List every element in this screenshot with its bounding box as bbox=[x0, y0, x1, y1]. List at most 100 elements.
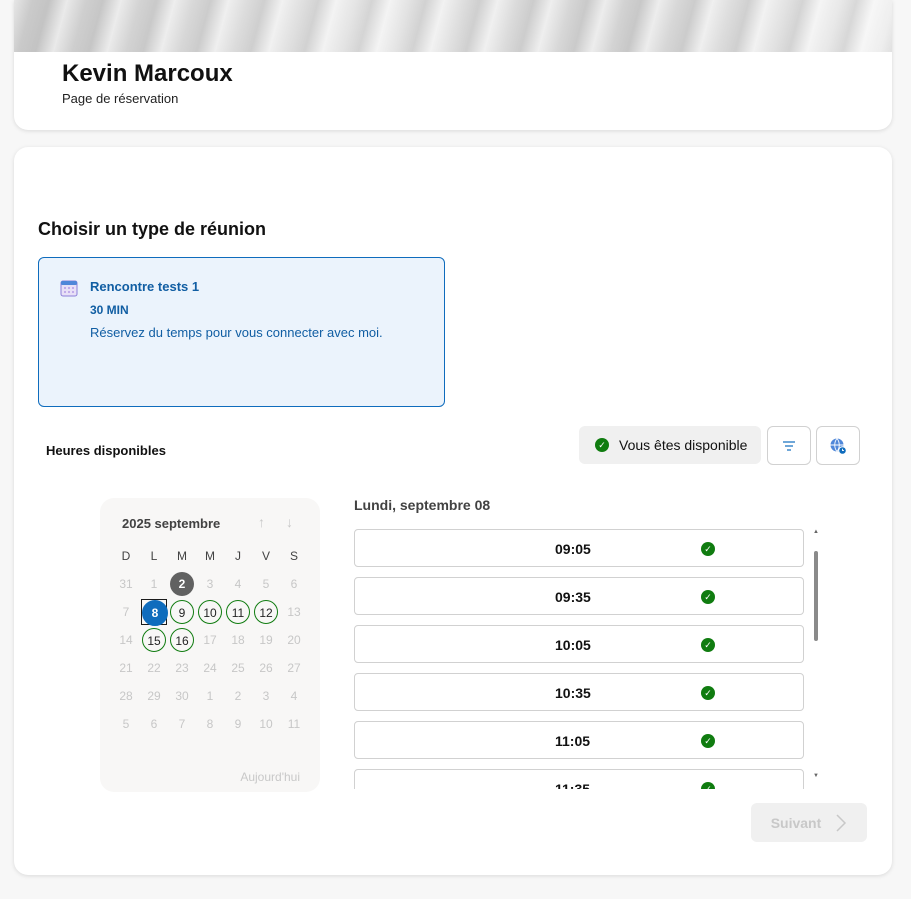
calendar-day: 17 bbox=[203, 633, 217, 647]
calendar-day: 4 bbox=[234, 577, 242, 591]
date-picker: 2025 septembre ↑ ↓ D L M M J V S 31 1 2 … bbox=[100, 498, 320, 792]
time-slot-scrollbar[interactable]: ▲ ▼ bbox=[812, 529, 820, 785]
check-circle-icon: ✓ bbox=[701, 590, 715, 604]
filter-button[interactable] bbox=[767, 426, 811, 465]
time-slot-label: 09:05 bbox=[555, 541, 591, 557]
booking-card: Choisir un type de réunion Rencontre tes… bbox=[14, 147, 892, 875]
calendar-day: 7 bbox=[178, 717, 186, 731]
check-circle-icon: ✓ bbox=[701, 638, 715, 652]
header-card: Kevin Marcoux Page de réservation bbox=[14, 0, 892, 130]
banner-image bbox=[14, 0, 892, 52]
calendar-day: 14 bbox=[119, 633, 133, 647]
calendar-day: 1 bbox=[206, 689, 214, 703]
calendar-day: 10 bbox=[259, 717, 273, 731]
time-slot-label: 09:35 bbox=[555, 589, 591, 605]
calendar-month-label: 2025 septembre bbox=[122, 516, 221, 531]
previous-month-arrow-icon[interactable]: ↑ bbox=[258, 514, 265, 530]
time-slot[interactable]: 11:05 ✓ bbox=[354, 721, 804, 759]
calendar-day: 30 bbox=[175, 689, 189, 703]
calendar-day: 4 bbox=[290, 689, 298, 703]
time-slot-label: 11:35 bbox=[555, 781, 591, 789]
check-circle-icon: ✓ bbox=[595, 438, 609, 452]
meeting-type-card[interactable]: Rencontre tests 1 30 MIN Réservez du tem… bbox=[38, 257, 445, 407]
weekday-header: S bbox=[289, 549, 298, 563]
weekday-header: V bbox=[261, 549, 270, 563]
selected-date-heading: Lundi, septembre 08 bbox=[354, 497, 491, 513]
calendar-day-available[interactable]: 10 bbox=[198, 600, 222, 624]
check-circle-icon: ✓ bbox=[701, 734, 715, 748]
time-slot-label: 11:05 bbox=[555, 733, 591, 749]
calendar-day: 1 bbox=[150, 577, 158, 591]
weekday-header: L bbox=[150, 549, 158, 563]
next-button[interactable]: Suivant bbox=[751, 803, 867, 842]
next-month-arrow-icon[interactable]: ↓ bbox=[286, 514, 293, 530]
globe-clock-icon bbox=[830, 437, 847, 455]
weekday-header: J bbox=[235, 549, 241, 563]
calendar-day: 6 bbox=[290, 577, 298, 591]
calendar-day: 3 bbox=[206, 577, 214, 591]
calendar-day: 5 bbox=[262, 577, 270, 591]
scrollbar-thumb[interactable] bbox=[814, 551, 818, 641]
page-subtitle: Page de réservation bbox=[62, 91, 179, 106]
calendar-day: 31 bbox=[119, 577, 133, 591]
available-hours-label: Heures disponibles bbox=[46, 443, 166, 458]
check-circle-icon: ✓ bbox=[701, 542, 715, 556]
calendar-day: 21 bbox=[119, 661, 133, 675]
time-slot-label: 10:35 bbox=[555, 685, 591, 701]
calendar-day-today[interactable]: 2 bbox=[170, 572, 194, 596]
timezone-button[interactable] bbox=[816, 426, 860, 465]
calendar-day-available[interactable]: 12 bbox=[254, 600, 278, 624]
calendar-day: 24 bbox=[203, 661, 217, 675]
calendar-day-selected[interactable]: 8 bbox=[142, 600, 168, 626]
owner-name: Kevin Marcoux bbox=[62, 60, 233, 87]
calendar-day: 3 bbox=[262, 689, 270, 703]
time-slot[interactable]: 10:35 ✓ bbox=[354, 673, 804, 711]
meeting-type-title: Rencontre tests 1 bbox=[90, 279, 200, 294]
chevron-right-icon bbox=[836, 813, 847, 832]
calendar-day: 13 bbox=[287, 605, 301, 619]
time-slot[interactable]: 10:05 ✓ bbox=[354, 625, 804, 663]
calendar-day-available[interactable]: 15 bbox=[142, 628, 166, 652]
meeting-type-description: Réservez du temps pour vous connecter av… bbox=[90, 325, 383, 340]
calendar-day: 18 bbox=[231, 633, 245, 647]
filter-icon bbox=[783, 440, 795, 451]
weekday-header: M bbox=[177, 549, 187, 563]
calendar-day: 8 bbox=[206, 717, 214, 731]
scroll-up-arrow-icon[interactable]: ▲ bbox=[812, 529, 820, 535]
calendar-day-available[interactable]: 9 bbox=[170, 600, 194, 624]
scroll-down-arrow-icon[interactable]: ▼ bbox=[812, 773, 820, 779]
calendar-day: 20 bbox=[287, 633, 301, 647]
calendar-day: 2 bbox=[234, 689, 242, 703]
calendar-day-available[interactable]: 16 bbox=[170, 628, 194, 652]
check-circle-icon: ✓ bbox=[701, 782, 715, 789]
calendar-day: 26 bbox=[259, 661, 273, 675]
time-slot-label: 10:05 bbox=[555, 637, 591, 653]
calendar-day: 9 bbox=[234, 717, 242, 731]
section-title: Choisir un type de réunion bbox=[38, 219, 267, 239]
weekday-header: D bbox=[121, 549, 131, 563]
time-slot-list: 09:05 ✓ 09:35 ✓ 10:05 ✓ 10:35 ✓ 11:05 ✓ … bbox=[354, 529, 807, 789]
availability-status-text: Vous êtes disponible bbox=[619, 437, 748, 453]
calendar-day-available[interactable]: 11 bbox=[226, 600, 250, 624]
time-slot[interactable]: 09:35 ✓ bbox=[354, 577, 804, 615]
today-link[interactable]: Aujourd'hui bbox=[240, 770, 300, 784]
calendar-day: 25 bbox=[231, 661, 245, 675]
calendar-day: 6 bbox=[150, 717, 158, 731]
time-slot[interactable]: 11:35 ✓ bbox=[354, 769, 804, 789]
calendar-day: 23 bbox=[175, 661, 189, 675]
calendar-day: 22 bbox=[147, 661, 161, 675]
calendar-icon bbox=[60, 280, 78, 297]
calendar-day: 28 bbox=[119, 689, 133, 703]
calendar-day: 5 bbox=[122, 717, 130, 731]
calendar-day: 7 bbox=[122, 605, 130, 619]
check-circle-icon: ✓ bbox=[701, 686, 715, 700]
time-slot[interactable]: 09:05 ✓ bbox=[354, 529, 804, 567]
weekday-header: M bbox=[205, 549, 215, 563]
calendar-day: 11 bbox=[287, 717, 301, 731]
calendar-day: 29 bbox=[147, 689, 161, 703]
availability-status: ✓ Vous êtes disponible bbox=[579, 426, 761, 464]
calendar-day: 19 bbox=[259, 633, 273, 647]
calendar-day: 27 bbox=[287, 661, 301, 675]
next-button-label: Suivant bbox=[770, 814, 822, 831]
meeting-type-duration: 30 MIN bbox=[90, 303, 129, 317]
